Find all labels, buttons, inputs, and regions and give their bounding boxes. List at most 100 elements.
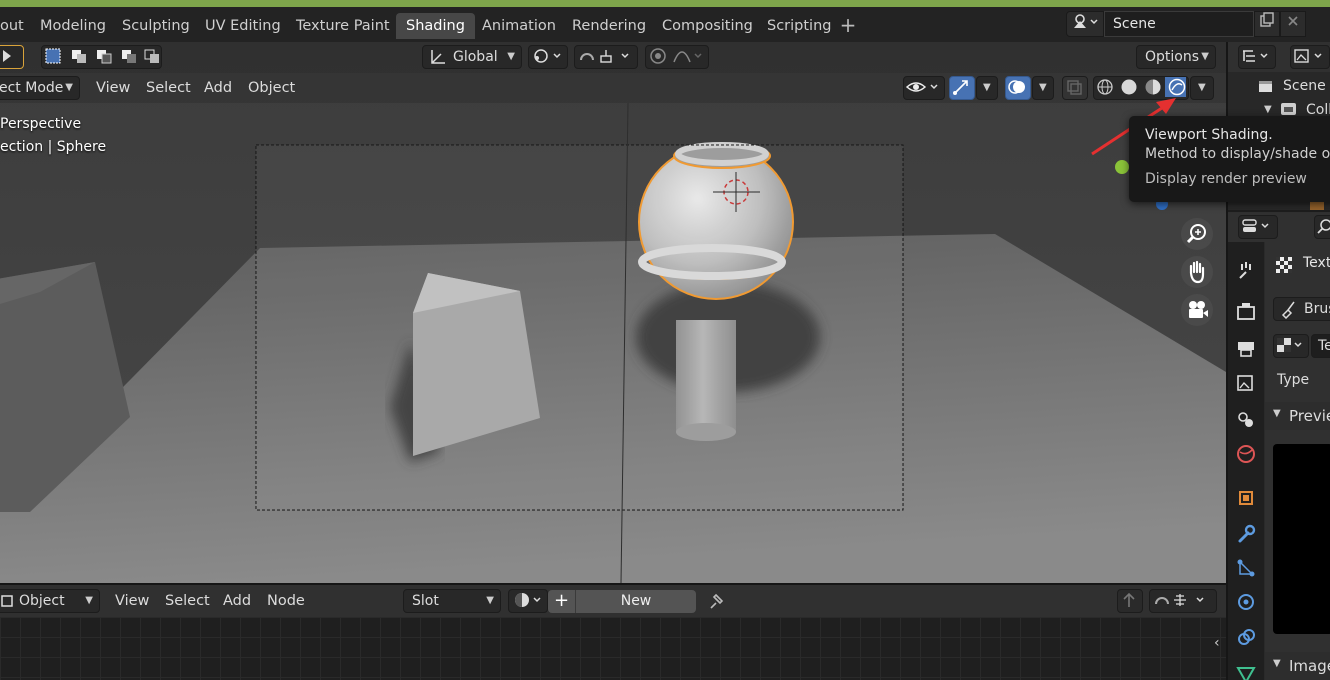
chevron-down-icon: ▼ bbox=[1039, 82, 1047, 93]
tab-modeling[interactable]: Modeling bbox=[30, 13, 116, 39]
wireframe-shading-icon bbox=[1097, 79, 1113, 95]
transform-orientation-dropdown[interactable]: Global ▼ bbox=[422, 45, 522, 69]
overlays-dropdown[interactable]: ▼ bbox=[1032, 76, 1054, 100]
snapping-group[interactable] bbox=[574, 45, 638, 69]
show-overlays-toggle[interactable] bbox=[1005, 76, 1031, 100]
image-label: Image bbox=[1289, 657, 1330, 675]
tab-compositing[interactable]: Compositing bbox=[652, 13, 763, 39]
shader-node-editor[interactable]: Object ▼ View Select Add Node Slot ▼ + N… bbox=[0, 585, 1226, 680]
add-workspace-button[interactable]: + bbox=[838, 15, 858, 37]
plus-icon: + bbox=[548, 590, 576, 613]
new-material-button[interactable]: + New bbox=[548, 590, 696, 613]
pan-button[interactable] bbox=[1181, 256, 1213, 288]
parent-node-tree-button[interactable] bbox=[1117, 589, 1143, 613]
options-dropdown[interactable]: Options ▼ bbox=[1136, 45, 1216, 69]
render-tab[interactable] bbox=[1232, 298, 1260, 326]
menu-select[interactable]: Select bbox=[146, 76, 191, 100]
selection-mode-group[interactable] bbox=[41, 45, 162, 69]
xray-toggle[interactable] bbox=[1062, 76, 1088, 100]
texture-browse-button[interactable] bbox=[1273, 334, 1309, 358]
object-icon bbox=[1, 595, 13, 607]
properties-search[interactable] bbox=[1314, 215, 1330, 239]
show-gizmo-toggle[interactable] bbox=[949, 76, 975, 100]
viewport-menu-bar: ect Mode ▼ View Select Add Object ▼ ▼ ▼ bbox=[0, 73, 1226, 103]
physics-tab[interactable] bbox=[1232, 588, 1260, 616]
world-tab[interactable] bbox=[1232, 440, 1260, 468]
gizmo-dropdown[interactable]: ▼ bbox=[976, 76, 998, 100]
pin-button[interactable] bbox=[704, 589, 730, 613]
scene-browse-button[interactable] bbox=[1066, 11, 1104, 37]
scene-selector: Scene bbox=[1066, 11, 1306, 37]
chevron-down-icon: ▼ bbox=[507, 51, 515, 62]
editor-type-dropdown[interactable] bbox=[1238, 215, 1278, 239]
particles-tab[interactable] bbox=[1232, 554, 1260, 582]
brush-texture-toggle[interactable]: Brus bbox=[1273, 297, 1330, 321]
viewport-header: Global ▼ Options ▼ bbox=[0, 42, 1226, 73]
close-icon[interactable] bbox=[1280, 11, 1306, 37]
3d-viewport[interactable]: Global ▼ Options ▼ ect Mode ▼ View Selec… bbox=[0, 42, 1226, 583]
properties-panel: Text Brus Te Type ▼ Previe ▼ Image bbox=[1228, 212, 1330, 680]
zoom-button[interactable] bbox=[1181, 218, 1213, 250]
slot-label: Slot bbox=[412, 593, 439, 609]
chevron-down-icon: ▼ bbox=[1201, 51, 1209, 62]
zoom-icon bbox=[1186, 224, 1206, 244]
constraint-icon bbox=[1238, 629, 1255, 645]
hand-icon bbox=[1189, 260, 1205, 284]
chevron-down-icon: ▼ bbox=[983, 82, 991, 93]
constraints-tab[interactable] bbox=[1232, 624, 1260, 652]
tab-sculpting[interactable]: Sculpting bbox=[112, 13, 200, 39]
tool-tab[interactable] bbox=[1232, 256, 1260, 284]
menu-view[interactable]: View bbox=[96, 76, 130, 100]
proportional-editing-group[interactable] bbox=[645, 45, 709, 69]
expand-arrow-icon[interactable]: ▼ bbox=[1264, 104, 1272, 115]
tab-texture-paint[interactable]: Texture Paint bbox=[286, 13, 400, 39]
area-divider[interactable] bbox=[0, 583, 1226, 585]
shading-dropdown[interactable]: ▼ bbox=[1190, 76, 1214, 100]
tool-icon bbox=[1239, 262, 1251, 279]
brush-icon bbox=[1281, 301, 1295, 319]
preview-panel-header[interactable]: ▼ Previe bbox=[1265, 402, 1330, 430]
object-mode-dropdown[interactable]: ect Mode ▼ bbox=[0, 76, 80, 100]
menu-object[interactable]: Object bbox=[248, 76, 295, 100]
tab-uv-editing[interactable]: UV Editing bbox=[195, 13, 291, 39]
output-tab[interactable] bbox=[1232, 334, 1260, 362]
world-icon bbox=[1237, 445, 1255, 463]
tab-shading[interactable]: Shading bbox=[396, 13, 475, 39]
tab-scripting[interactable]: Scripting bbox=[757, 13, 841, 39]
view-layer-tab[interactable] bbox=[1232, 370, 1260, 398]
scene-name-field[interactable]: Scene bbox=[1104, 11, 1254, 37]
node-snap-group[interactable] bbox=[1149, 589, 1217, 613]
image-panel-header[interactable]: ▼ Image bbox=[1265, 652, 1330, 680]
menu-add[interactable]: Add bbox=[223, 589, 251, 613]
tab-animation[interactable]: Animation bbox=[472, 13, 566, 39]
slot-dropdown[interactable]: Slot ▼ bbox=[403, 589, 501, 613]
scene-icon bbox=[1074, 14, 1098, 28]
material-browse-button[interactable] bbox=[508, 589, 548, 613]
scene-collection-label[interactable]: Scene C bbox=[1283, 78, 1330, 94]
viewport-shading-group bbox=[1093, 76, 1189, 100]
tab-rendering[interactable]: Rendering bbox=[562, 13, 656, 39]
sidebar-toggle-icon[interactable]: ‹ bbox=[1214, 635, 1220, 651]
pivot-point-dropdown[interactable] bbox=[528, 45, 568, 69]
object-tab[interactable] bbox=[1232, 484, 1260, 512]
data-tab[interactable] bbox=[1232, 660, 1260, 680]
xray-icon bbox=[1067, 80, 1082, 95]
camera-icon bbox=[1189, 301, 1208, 318]
tab-layout[interactable]: out bbox=[0, 13, 34, 39]
copy-scene-icon[interactable] bbox=[1254, 11, 1280, 37]
menu-add[interactable]: Add bbox=[204, 76, 232, 100]
select-tool-button[interactable] bbox=[0, 45, 24, 69]
visibility-dropdown[interactable] bbox=[903, 76, 945, 100]
scene-tab[interactable] bbox=[1232, 406, 1260, 434]
menu-view[interactable]: View bbox=[115, 589, 149, 613]
texture-name-field[interactable]: Te bbox=[1311, 334, 1330, 358]
menu-select[interactable]: Select bbox=[165, 589, 210, 613]
display-mode-dropdown[interactable] bbox=[1238, 45, 1276, 69]
camera-view-button[interactable] bbox=[1181, 294, 1213, 326]
title-strip bbox=[0, 0, 1330, 7]
eye-icon bbox=[905, 82, 938, 92]
object-type-dropdown[interactable]: Object ▼ bbox=[0, 589, 100, 613]
modifiers-tab[interactable] bbox=[1232, 520, 1260, 548]
filter-dropdown[interactable] bbox=[1290, 45, 1330, 69]
menu-node[interactable]: Node bbox=[267, 589, 305, 613]
